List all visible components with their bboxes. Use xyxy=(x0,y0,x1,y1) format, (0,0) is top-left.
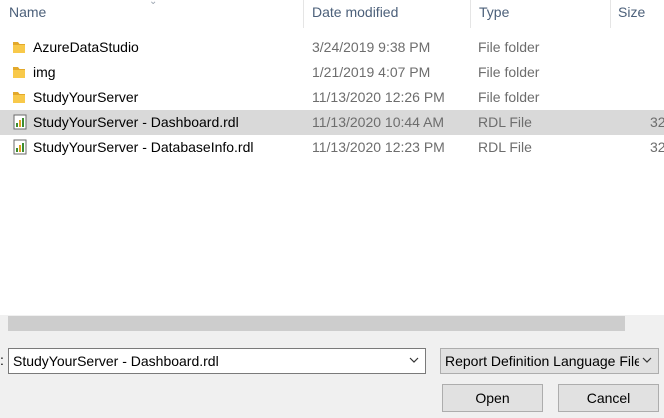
folder-icon xyxy=(13,42,25,53)
column-header-name[interactable]: Name xyxy=(9,4,46,20)
folder-icon xyxy=(13,92,25,103)
file-type: File folder xyxy=(478,89,540,105)
file-name-label: : xyxy=(0,352,4,368)
file-name: StudyYourServer - DatabaseInfo.rdl xyxy=(33,139,254,155)
file-name: StudyYourServer xyxy=(33,89,139,105)
sort-caret-icon: ⌄ xyxy=(149,0,158,7)
file-size: 32 xyxy=(650,139,664,155)
file-type: File folder xyxy=(478,64,540,80)
column-header-size[interactable]: Size xyxy=(618,4,645,20)
rdl-file-icon xyxy=(13,139,27,155)
file-list: AzureDataStudio 3/24/2019 9:38 PM File f… xyxy=(0,35,664,160)
file-list-item[interactable]: StudyYourServer 11/13/2020 12:26 PM File… xyxy=(0,85,664,110)
file-date: 1/21/2019 4:07 PM xyxy=(312,64,431,80)
cancel-button[interactable]: Cancel xyxy=(558,384,659,412)
file-type-selected: Report Definition Language File xyxy=(445,353,639,369)
open-button[interactable]: Open xyxy=(442,384,543,412)
column-divider[interactable] xyxy=(303,0,304,28)
chevron-down-icon[interactable] xyxy=(640,353,654,367)
scrollbar-thumb[interactable] xyxy=(8,316,625,331)
file-name: StudyYourServer - Dashboard.rdl xyxy=(33,114,239,130)
file-name-combobox[interactable] xyxy=(8,348,426,374)
file-date: 11/13/2020 12:26 PM xyxy=(312,89,445,105)
file-list-item-selected[interactable]: StudyYourServer - Dashboard.rdl 11/13/20… xyxy=(0,110,664,135)
file-date: 3/24/2019 9:38 PM xyxy=(312,39,431,55)
folder-icon xyxy=(13,67,25,78)
column-header-type[interactable]: Type xyxy=(479,4,509,20)
file-type: RDL File xyxy=(478,139,532,155)
rdl-file-icon xyxy=(13,114,27,130)
column-divider[interactable] xyxy=(470,0,471,28)
file-type: File folder xyxy=(478,39,540,55)
column-divider[interactable] xyxy=(610,0,611,28)
horizontal-scrollbar[interactable] xyxy=(0,315,664,332)
file-type: RDL File xyxy=(478,114,532,130)
column-header-date-modified[interactable]: Date modified xyxy=(312,4,398,20)
file-date: 11/13/2020 12:23 PM xyxy=(312,139,445,155)
file-type-select[interactable]: Report Definition Language File xyxy=(440,348,659,374)
column-header: Name ⌄ Date modified Type Size xyxy=(0,0,664,28)
file-date: 11/13/2020 10:44 AM xyxy=(312,114,445,130)
file-list-item[interactable]: AzureDataStudio 3/24/2019 9:38 PM File f… xyxy=(0,35,664,60)
file-list-item[interactable]: StudyYourServer - DatabaseInfo.rdl 11/13… xyxy=(0,135,664,160)
file-name-input[interactable] xyxy=(13,349,405,373)
open-file-dialog: Name ⌄ Date modified Type Size AzureData… xyxy=(0,0,664,418)
file-name: AzureDataStudio xyxy=(33,39,139,55)
file-list-item[interactable]: img 1/21/2019 4:07 PM File folder xyxy=(0,60,664,85)
file-size: 32 xyxy=(650,114,664,130)
chevron-down-icon[interactable] xyxy=(407,353,421,367)
file-name: img xyxy=(33,64,56,80)
